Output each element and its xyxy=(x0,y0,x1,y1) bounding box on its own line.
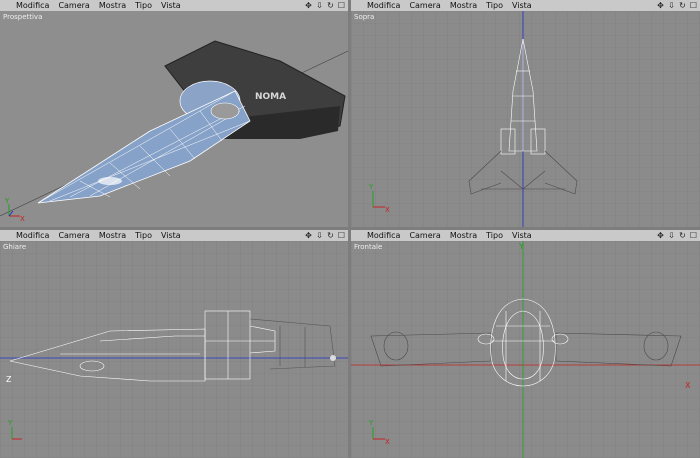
front-scene[interactable]: X Y Y X xyxy=(351,241,700,458)
rotate-icon[interactable]: ↻ xyxy=(326,231,335,240)
viewport-name: Sopra xyxy=(354,13,375,21)
rotate-icon[interactable]: ↻ xyxy=(326,1,335,10)
move-icon[interactable]: ✥ xyxy=(656,1,665,10)
axis-x-label: X xyxy=(385,206,390,214)
viewport-name: Prospettiva xyxy=(3,13,43,21)
axis-x-label: X xyxy=(20,215,25,223)
axis-x-label-main: X xyxy=(685,381,691,390)
zoom-icon[interactable]: ⇩ xyxy=(315,231,324,240)
zoom-icon[interactable]: ⇩ xyxy=(315,1,324,10)
menu-vista[interactable]: Vista xyxy=(507,230,536,241)
menu-camera[interactable]: Camera xyxy=(53,230,93,241)
menu-mostra[interactable]: Mostra xyxy=(445,230,481,241)
maximize-icon[interactable]: ☐ xyxy=(337,1,346,10)
menu-tipo[interactable]: Tipo xyxy=(130,230,156,241)
menu-tipo[interactable]: Tipo xyxy=(130,0,156,11)
axis-y-label: Y xyxy=(368,183,374,191)
axis-y-label: Y xyxy=(7,419,13,427)
menu-tipo[interactable]: Tipo xyxy=(481,0,507,11)
maximize-icon[interactable]: ☐ xyxy=(337,231,346,240)
menu-tipo[interactable]: Tipo xyxy=(481,230,507,241)
perspective-scene[interactable]: NOMA Y X xyxy=(0,11,348,227)
axis-z-label: Z xyxy=(6,375,12,384)
viewport-name: Frontale xyxy=(354,243,383,251)
menu-camera[interactable]: Camera xyxy=(404,0,444,11)
axis-y-label: Y xyxy=(4,197,10,205)
rotate-icon[interactable]: ↻ xyxy=(678,231,687,240)
axis-x-label: X xyxy=(385,438,390,446)
viewport-top[interactable]: Modifica Camera Mostra Tipo Vista ✥ ⇩ ↻ … xyxy=(351,0,700,227)
menu-modifica[interactable]: Modifica xyxy=(0,0,53,11)
menu-mostra[interactable]: Mostra xyxy=(94,0,130,11)
maximize-icon[interactable]: ☐ xyxy=(689,231,698,240)
menu-vista[interactable]: Vista xyxy=(156,0,185,11)
menu-mostra[interactable]: Mostra xyxy=(445,0,481,11)
model-decal: NOMA xyxy=(255,92,286,102)
viewport-side[interactable]: Modifica Camera Mostra Tipo Vista ✥ ⇩ ↻ … xyxy=(0,230,348,458)
viewport-front[interactable]: Modifica Camera Mostra Tipo Vista ✥ ⇩ ↻ … xyxy=(351,230,700,458)
menu-vista[interactable]: Vista xyxy=(507,0,536,11)
move-icon[interactable]: ✥ xyxy=(656,231,665,240)
rotate-icon[interactable]: ↻ xyxy=(678,1,687,10)
move-icon[interactable]: ✥ xyxy=(304,1,313,10)
menu-modifica[interactable]: Modifica xyxy=(351,0,404,11)
viewport-name: Ghiare xyxy=(3,243,27,251)
menu-camera[interactable]: Camera xyxy=(53,0,93,11)
viewport-perspective[interactable]: Modifica Camera Mostra Tipo Vista ✥ ⇩ ↻ … xyxy=(0,0,348,227)
axis-y-label-main: Y xyxy=(518,242,524,251)
side-scene[interactable]: Z Y xyxy=(0,241,348,458)
top-scene[interactable]: Y X xyxy=(351,11,700,227)
axis-y-label: Y xyxy=(368,419,374,427)
menu-camera[interactable]: Camera xyxy=(404,230,444,241)
maximize-icon[interactable]: ☐ xyxy=(689,1,698,10)
menu-modifica[interactable]: Modifica xyxy=(351,230,404,241)
menu-mostra[interactable]: Mostra xyxy=(94,230,130,241)
menu-modifica[interactable]: Modifica xyxy=(0,230,53,241)
zoom-icon[interactable]: ⇩ xyxy=(667,231,676,240)
move-icon[interactable]: ✥ xyxy=(304,231,313,240)
menu-vista[interactable]: Vista xyxy=(156,230,185,241)
zoom-icon[interactable]: ⇩ xyxy=(667,1,676,10)
